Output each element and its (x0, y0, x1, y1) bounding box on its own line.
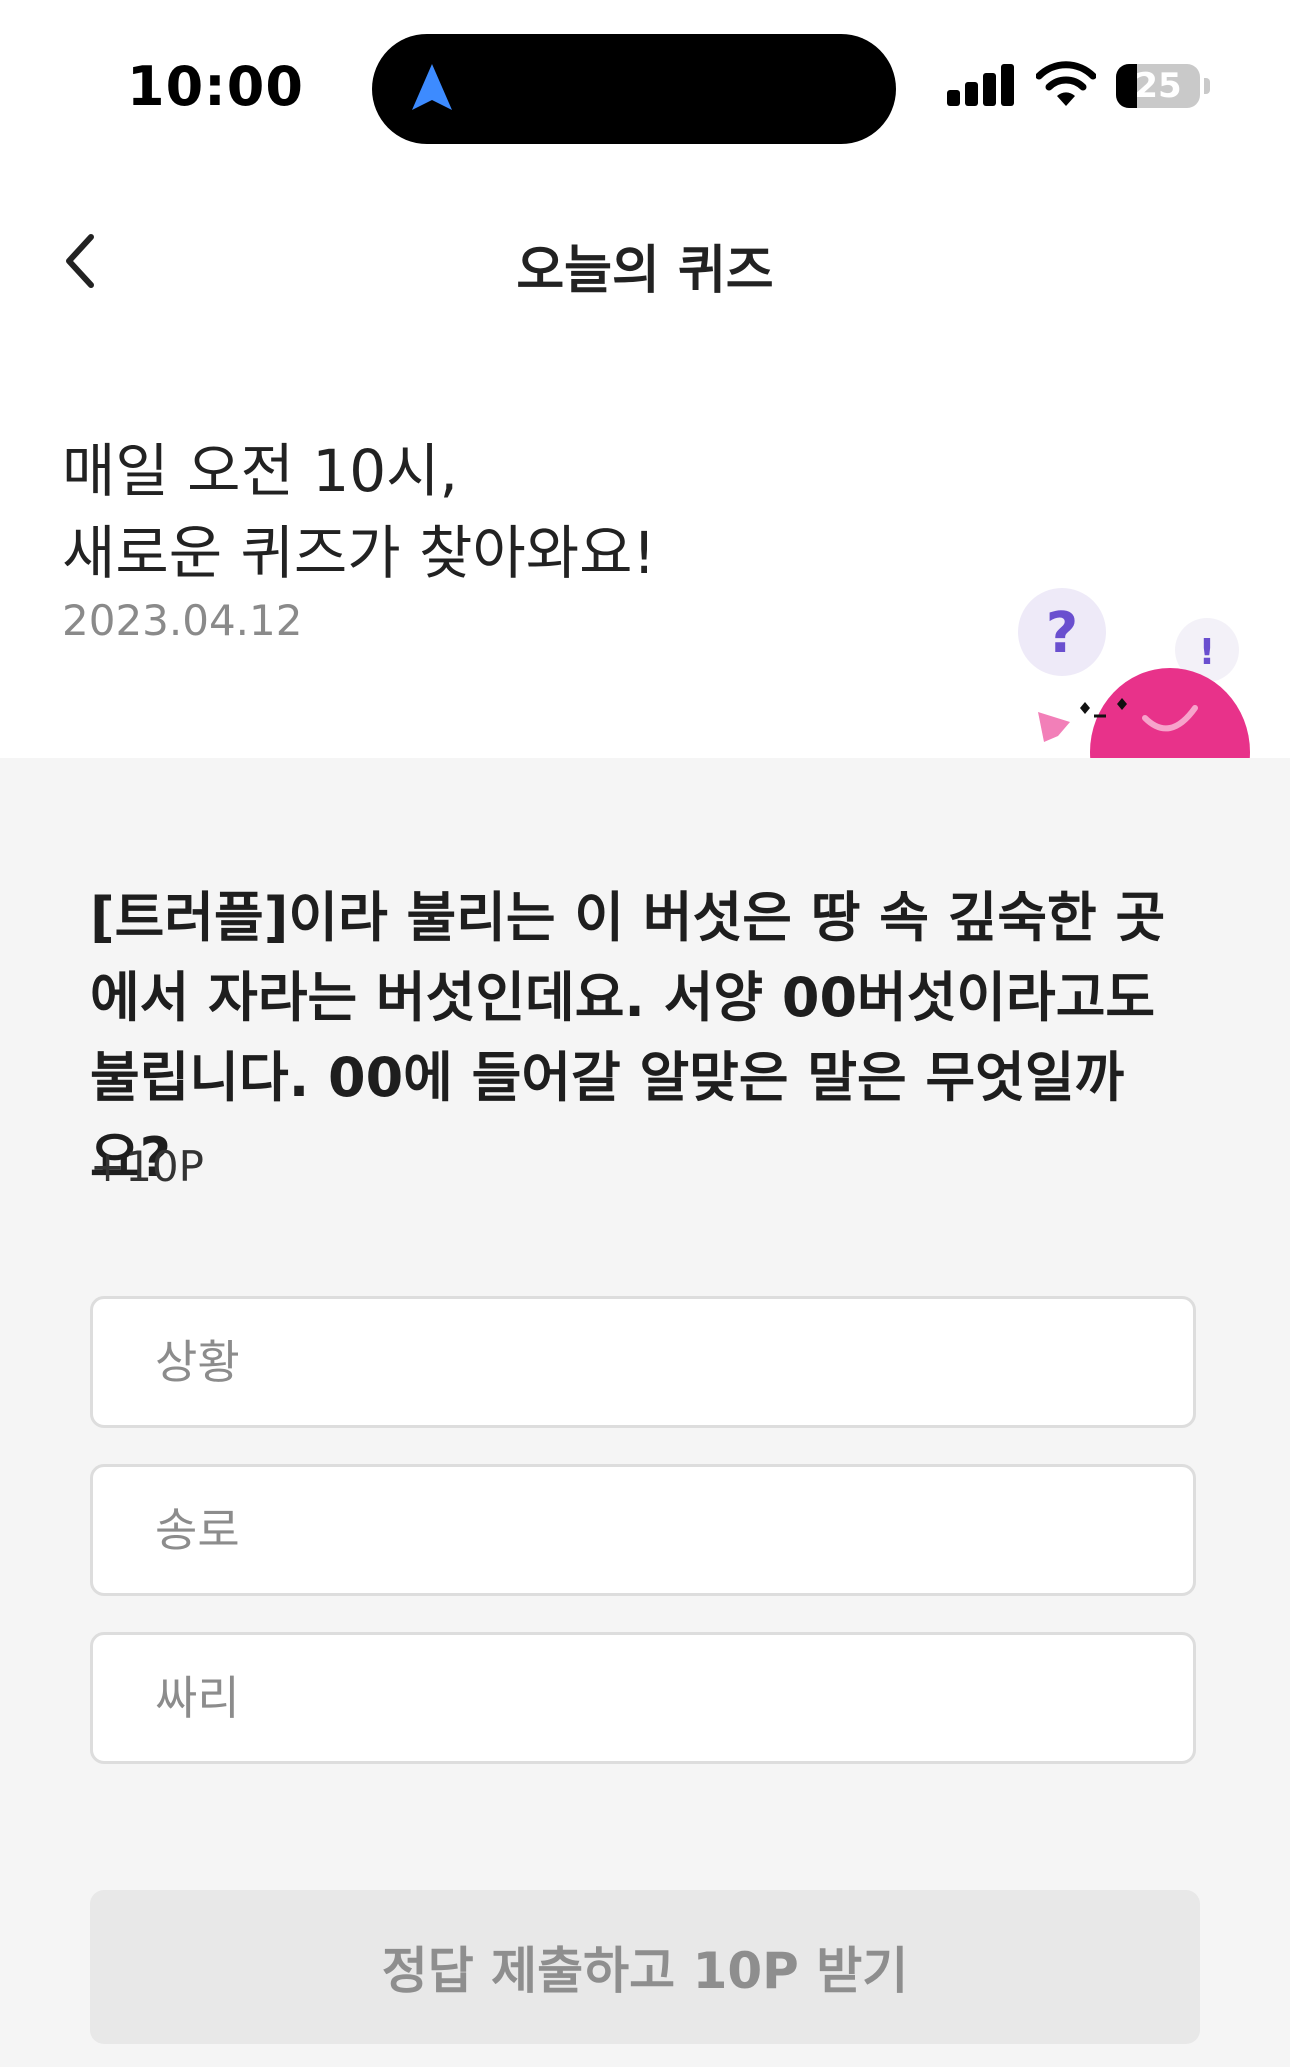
battery-tip (1204, 78, 1210, 94)
intro-line-2: 새로운 퀴즈가 찾아와요! (62, 519, 656, 587)
answer-option-1[interactable]: 상황 (90, 1296, 1196, 1428)
quiz-card: [트러플]이라 불리는 이 버섯은 땅 속 깊숙한 곳에서 자라는 버섯인데요.… (0, 758, 1290, 2067)
answer-option-3[interactable]: 싸리 (90, 1632, 1196, 1764)
answer-option-label: 송로 (155, 1503, 240, 1557)
status-time: 10:00 (127, 55, 304, 118)
cellular-signal-icon (947, 64, 1015, 106)
navigation-arrow-icon (412, 64, 452, 110)
answer-option-2[interactable]: 송로 (90, 1464, 1196, 1596)
battery-icon: 25 (1116, 64, 1200, 108)
intro-section: 매일 오전 10시, 새로운 퀴즈가 찾아와요! 2023.04.12 (62, 430, 962, 645)
mascot-illustration: ? ! (1018, 588, 1250, 760)
wifi-icon (1036, 61, 1096, 106)
answer-option-label: 상황 (155, 1335, 240, 1389)
battery-level: 25 (1134, 66, 1182, 106)
mascot-question-mark: ? (1046, 601, 1078, 666)
quiz-question: [트러플]이라 불리는 이 버섯은 땅 속 깊숙한 곳에서 자라는 버섯인데요.… (90, 886, 1166, 1189)
mascot-exclamation-mark: ! (1199, 632, 1215, 673)
submit-answer-button[interactable]: 정답 제출하고 10P 받기 (90, 1890, 1200, 2044)
status-bar: 10:00 25 (0, 0, 1290, 150)
answer-option-label: 싸리 (155, 1671, 240, 1725)
nav-header: 오늘의 퀴즈 (0, 200, 1290, 320)
submit-answer-label: 정답 제출하고 10P 받기 (381, 1942, 909, 2000)
quiz-date: 2023.04.12 (62, 596, 303, 645)
dynamic-island (372, 34, 896, 144)
intro-line-1: 매일 오전 10시, (62, 437, 458, 505)
page-title: 오늘의 퀴즈 (516, 241, 774, 301)
quiz-points: +10P (90, 1142, 204, 1191)
